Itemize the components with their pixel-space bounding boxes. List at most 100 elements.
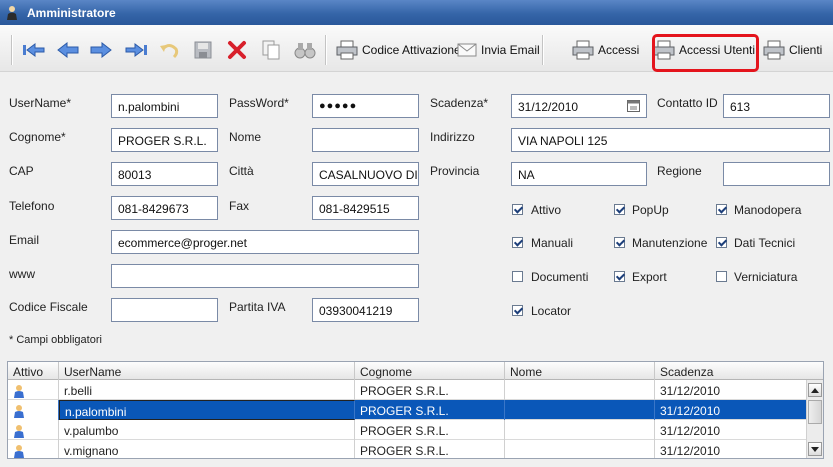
manodopera-label: Manodopera xyxy=(734,203,802,217)
cell-cognome: PROGER S.R.L. xyxy=(355,380,505,400)
dati-tecnici-checkbox[interactable] xyxy=(716,237,727,248)
documenti-label: Documenti xyxy=(531,270,589,284)
nome-label: Nome xyxy=(229,130,262,144)
grid-header: Attivo UserName Cognome Nome Scadenza xyxy=(8,362,823,380)
undo-icon[interactable] xyxy=(157,37,181,63)
save-icon[interactable] xyxy=(192,37,214,63)
partita-iva-field[interactable]: 03930041219 xyxy=(312,298,419,322)
cap-field[interactable]: 80013 xyxy=(111,162,218,186)
documenti-checkbox[interactable] xyxy=(512,271,523,282)
cell-scadenza: 31/12/2010 xyxy=(660,444,721,458)
locator-checkbox[interactable] xyxy=(512,305,523,316)
telefono-field[interactable]: 081-8429673 xyxy=(111,196,218,220)
manutenzione-checkbox[interactable] xyxy=(614,237,625,248)
clienti-button[interactable]: Clienti xyxy=(763,37,822,63)
attivo-checkbox[interactable] xyxy=(512,204,523,215)
printer-icon xyxy=(763,40,785,60)
table-row-selected[interactable]: n.palombini PROGER S.R.L. 31/12/2010 xyxy=(8,400,806,420)
column-header-cognome[interactable]: Cognome xyxy=(355,362,505,380)
contatto-id-field[interactable]: 613 xyxy=(723,94,830,118)
cell-nome xyxy=(505,420,655,440)
partita-iva-label: Partita IVA xyxy=(229,300,286,314)
column-header-scadenza[interactable]: Scadenza xyxy=(655,362,823,380)
user-icon xyxy=(7,6,17,20)
attivo-label: Attivo xyxy=(531,203,562,217)
regione-field[interactable] xyxy=(723,162,830,186)
locator-label: Locator xyxy=(531,304,572,318)
codice-fiscale-field[interactable] xyxy=(111,298,218,322)
password-label: PassWord* xyxy=(229,96,289,110)
calendar-icon[interactable] xyxy=(627,100,640,112)
fax-field[interactable]: 081-8429515 xyxy=(312,196,419,220)
citta-field[interactable]: CASALNUOVO DI xyxy=(312,162,419,186)
title-bar: Amministratore xyxy=(0,0,833,25)
contatto-id-label: Contatto ID xyxy=(657,96,718,110)
user-active-icon xyxy=(14,405,24,418)
user-active-icon xyxy=(14,445,24,458)
cell-username: v.mignano xyxy=(59,440,355,458)
manuali-label: Manuali xyxy=(531,236,574,250)
required-fields-note: * Campi obbligatori xyxy=(9,334,102,346)
regione-label: Regione xyxy=(657,164,702,178)
manodopera-checkbox[interactable] xyxy=(716,204,727,215)
search-binoculars-icon[interactable] xyxy=(293,37,317,63)
username-label: UserName* xyxy=(9,96,72,110)
provincia-field[interactable]: NA xyxy=(511,162,647,186)
codice-attivazione-button[interactable]: Codice Attivazione xyxy=(336,37,461,63)
user-active-icon xyxy=(14,385,24,398)
cell-scadenza: 31/12/2010 xyxy=(660,404,721,418)
scrollbar-thumb[interactable] xyxy=(808,400,822,424)
last-record-icon[interactable] xyxy=(122,37,150,63)
www-label: www xyxy=(9,267,35,281)
cognome-field[interactable]: PROGER S.R.L. xyxy=(111,128,218,152)
first-record-icon[interactable] xyxy=(20,37,48,63)
next-record-icon[interactable] xyxy=(89,37,113,63)
table-row[interactable]: v.mignano PROGER S.R.L. 31/12/2010 xyxy=(8,440,806,458)
cell-username: r.belli xyxy=(59,380,355,400)
indirizzo-field[interactable]: VIA NAPOLI 125 xyxy=(511,128,830,152)
export-checkbox[interactable] xyxy=(614,271,625,282)
manuali-checkbox[interactable] xyxy=(512,237,523,248)
email-label: Email xyxy=(9,233,40,247)
users-grid[interactable]: Attivo UserName Cognome Nome Scadenza r.… xyxy=(7,361,824,459)
printer-icon xyxy=(336,40,358,60)
invia-email-button[interactable]: Invia Email xyxy=(457,37,540,63)
envelope-icon xyxy=(457,43,477,57)
copy-icon[interactable] xyxy=(260,37,282,63)
provincia-label: Provincia xyxy=(430,164,480,178)
column-header-username[interactable]: UserName xyxy=(59,362,355,380)
username-field[interactable]: n.palombini xyxy=(111,94,218,118)
scadenza-date-field[interactable]: 31/12/2010 xyxy=(511,94,647,118)
codice-fiscale-label: Codice Fiscale xyxy=(9,300,88,314)
column-header-attivo[interactable]: Attivo xyxy=(8,362,59,380)
printer-icon xyxy=(572,40,594,60)
cell-scadenza: 31/12/2010 xyxy=(660,384,721,398)
export-label: Export xyxy=(632,270,667,284)
indirizzo-label: Indirizzo xyxy=(430,130,475,144)
email-field[interactable]: ecommerce@proger.net xyxy=(111,230,419,254)
scroll-down-icon[interactable] xyxy=(808,442,822,456)
scroll-up-icon[interactable] xyxy=(808,383,822,397)
cell-cognome: PROGER S.R.L. xyxy=(355,420,505,440)
www-field[interactable] xyxy=(111,264,419,288)
delete-icon[interactable] xyxy=(226,37,248,63)
citta-label: Città xyxy=(229,164,254,178)
column-header-nome[interactable]: Nome xyxy=(505,362,655,380)
popup-checkbox[interactable] xyxy=(614,204,625,215)
verniciatura-checkbox[interactable] xyxy=(716,271,727,282)
previous-record-icon[interactable] xyxy=(56,37,80,63)
popup-label: PopUp xyxy=(632,203,669,217)
vertical-scrollbar[interactable] xyxy=(806,380,823,458)
cell-nome xyxy=(505,380,655,400)
cell-nome xyxy=(505,440,655,458)
verniciatura-label: Verniciatura xyxy=(734,270,798,284)
table-row[interactable]: r.belli PROGER S.R.L. 31/12/2010 xyxy=(8,380,806,400)
scadenza-label: Scadenza* xyxy=(430,96,489,110)
password-field[interactable]: ●●●●● xyxy=(312,94,419,118)
accessi-button[interactable]: Accessi xyxy=(572,37,639,63)
nome-field[interactable] xyxy=(312,128,419,152)
cell-cognome: PROGER S.R.L. xyxy=(355,400,505,420)
table-row[interactable]: v.palumbo PROGER S.R.L. 31/12/2010 xyxy=(8,420,806,440)
cell-scadenza: 31/12/2010 xyxy=(660,424,721,438)
user-active-icon xyxy=(14,425,24,438)
